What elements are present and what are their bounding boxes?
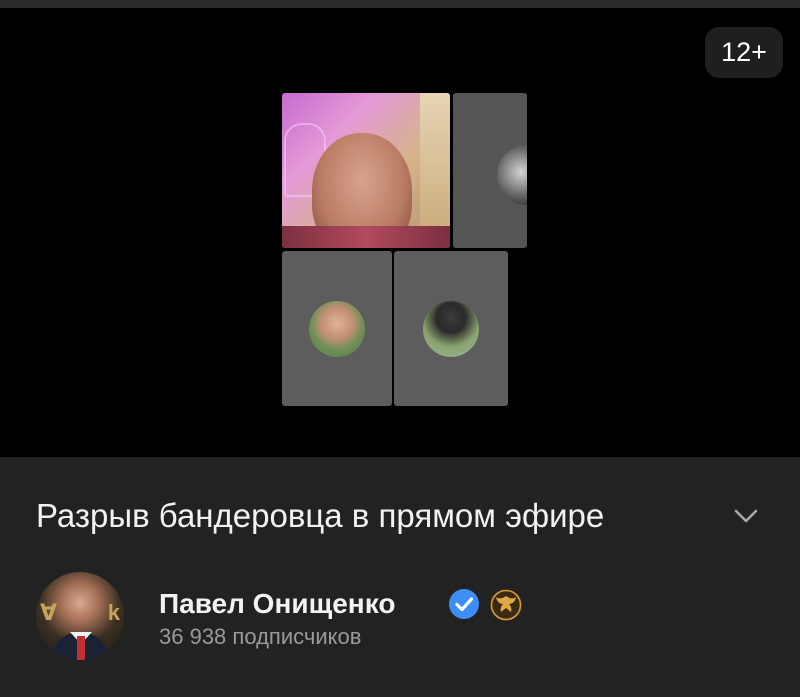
- chevron-down-icon: [734, 509, 758, 523]
- video-tile-bottom-left[interactable]: [282, 251, 392, 406]
- avatar-logo-decoration: Ɐ: [40, 600, 58, 625]
- participant-avatar: [423, 301, 479, 357]
- subscriber-count: 36 938 подписчиков: [159, 624, 362, 649]
- participant-shirt: [282, 226, 450, 248]
- avatar-logo-decoration: k: [107, 600, 120, 625]
- channel-avatar[interactable]: Ɐ k: [36, 572, 124, 660]
- stream-info-panel: [0, 457, 800, 697]
- eagle-emblem-icon: [490, 589, 522, 621]
- stream-title: Разрыв бандеровца в прямом эфире: [36, 497, 605, 534]
- verified-check-icon: [449, 589, 479, 619]
- video-player[interactable]: 12+: [0, 0, 800, 457]
- participant-avatar: [497, 145, 527, 205]
- video-tile-bottom-right[interactable]: [394, 251, 508, 406]
- top-divider: [0, 0, 800, 8]
- video-tile-right[interactable]: [453, 93, 527, 248]
- expand-description-button[interactable]: [730, 500, 762, 532]
- avatar-tie: [77, 636, 85, 660]
- channel-name[interactable]: Павел Онищенко: [159, 586, 395, 622]
- age-rating-badge: 12+: [705, 27, 783, 78]
- background-shelf: [420, 93, 450, 248]
- participant-avatar: [309, 301, 365, 357]
- video-tile-main[interactable]: [282, 93, 450, 248]
